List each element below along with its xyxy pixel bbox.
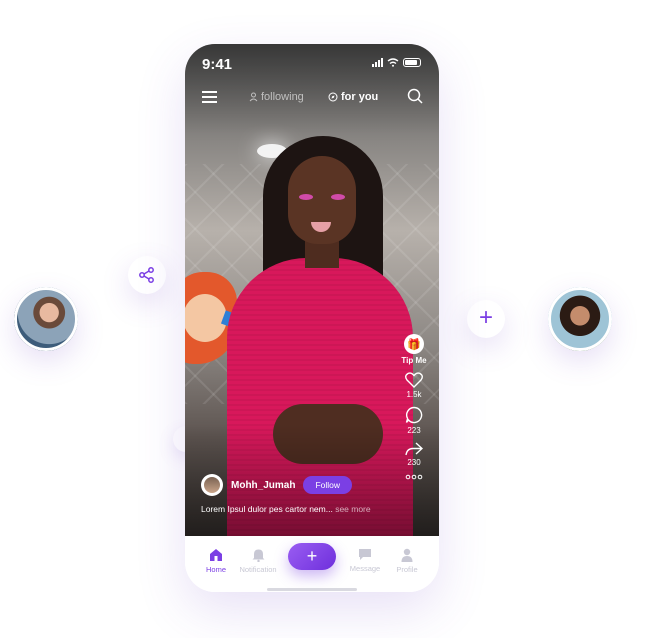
status-time: 9:41 [202,56,233,73]
heart-icon [405,372,423,388]
comment-button[interactable]: 223 [405,406,423,435]
nav-notification-label: Notification [239,565,277,574]
share-button[interactable]: 230 [405,442,423,467]
like-button[interactable]: 1.5k [405,372,423,399]
home-icon [210,549,222,561]
tab-following-label: following [261,91,304,103]
comment-icon [405,406,423,424]
share-icon [139,267,154,283]
nav-profile-label: Profile [396,565,418,574]
creator-username[interactable]: Mohh_Jumah [231,480,295,491]
status-icons [372,58,421,67]
more-icon[interactable] [405,474,423,480]
bottom-nav: Home Notification + Message Profile [185,536,439,592]
profile-icon [401,548,413,562]
gift-icon: 🎁 [404,334,424,354]
forward-icon [405,442,423,456]
compass-icon [328,92,338,102]
plus-icon-bubble[interactable]: + [467,300,505,338]
nav-profile[interactable]: Profile [382,548,432,574]
create-post-button[interactable]: + [288,543,336,570]
comment-count: 223 [407,426,421,435]
share-count: 230 [407,458,421,467]
nav-notification[interactable]: Notification [233,548,283,574]
creator-row: Mohh_Jumah Follow [201,474,353,496]
post-caption: Lorem Ipsul dulor pes cartor nem... see … [201,504,371,514]
floating-avatar-left [14,287,78,351]
nav-home-label: Home [205,565,226,574]
search-icon[interactable] [407,88,423,104]
nav-message-label: Message [349,564,381,573]
creator-avatar[interactable] [201,474,223,496]
floating-avatar-right [548,287,612,351]
caption-text: Lorem Ipsul dulor pes cartor nem... [201,504,333,514]
tab-following[interactable]: following [249,91,304,103]
see-more-link[interactable]: see more [335,504,370,514]
user-icon [249,92,258,102]
follow-button[interactable]: Follow [303,476,353,494]
bell-icon [252,549,264,562]
tab-for-you-label: for you [341,91,379,103]
tip-me-button[interactable]: 🎁 Tip Me [401,334,427,365]
tab-for-you[interactable]: for you [328,91,378,103]
wifi-icon [387,58,399,67]
plus-icon: + [478,304,493,331]
battery-icon [403,58,421,67]
top-nav: following for you [185,88,439,108]
menu-icon[interactable] [202,91,217,103]
tip-me-label: Tip Me [401,356,427,365]
home-indicator [267,588,357,591]
message-icon [359,549,371,560]
action-rail: 🎁 Tip Me 1.5k 223 230 [399,334,429,480]
phone-frame: 9:41 following for you 🎁 Tip Me 1.5k 223… [185,44,439,592]
like-count: 1.5k [406,390,422,399]
cellular-signal-icon [372,58,383,67]
share-icon-bubble[interactable] [128,256,166,294]
